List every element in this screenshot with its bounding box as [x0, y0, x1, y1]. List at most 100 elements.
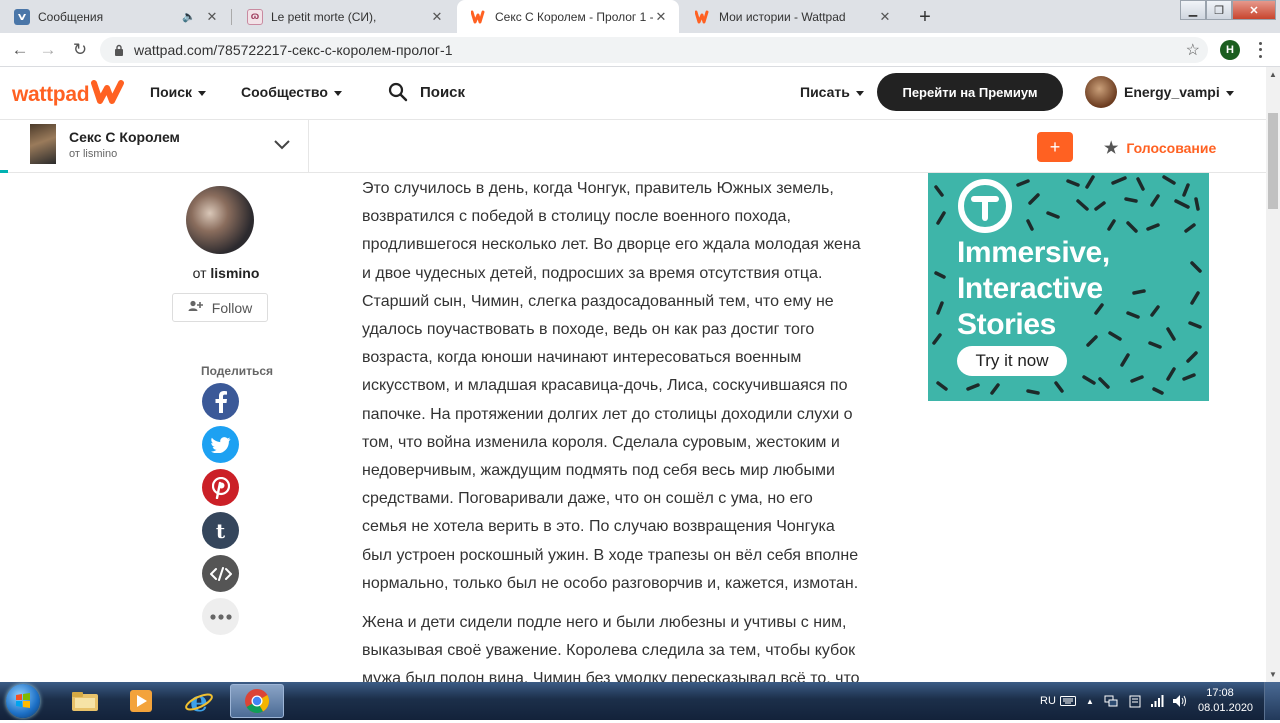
signal-strength-icon[interactable] [1150, 682, 1164, 720]
tab-wattpad-story[interactable]: Секс С Королем - Пролог 1 - W ✕ [457, 0, 679, 33]
maximize-button[interactable]: ❐ [1206, 0, 1232, 20]
pinterest-share-icon[interactable] [202, 469, 239, 506]
windows-logo-icon [16, 693, 30, 708]
menu-kebab-icon[interactable] [1252, 40, 1268, 60]
write-dropdown[interactable]: Писать [800, 84, 864, 100]
wattpad-icon [471, 9, 487, 25]
follow-button[interactable]: Follow [172, 293, 268, 322]
search-box[interactable]: Поиск [388, 82, 465, 102]
story-content: Это случилось в день, когда Чонгук, прав… [362, 175, 862, 694]
scrollbar-thumb[interactable] [1268, 113, 1278, 209]
ficbook-icon: ɷ [247, 8, 263, 25]
author-name[interactable]: lismino [210, 265, 259, 281]
close-tab-icon[interactable]: ✕ [429, 9, 445, 25]
user-menu[interactable]: Energy_vampi [1124, 84, 1234, 100]
embed-code-icon[interactable] [202, 555, 239, 592]
lock-icon [112, 43, 126, 57]
share-label: Поделиться [201, 364, 274, 378]
language-indicator[interactable]: RU [1040, 682, 1056, 720]
story-paragraph: Жена и дети сидели подле него и были люб… [362, 614, 860, 688]
vote-label: Голосование [1126, 140, 1217, 156]
nav-search-dropdown[interactable]: Поиск [150, 84, 207, 100]
tab-my-stories[interactable]: Мои истории - Wattpad ✕ [681, 0, 903, 33]
more-options-icon[interactable] [202, 598, 239, 635]
profile-avatar[interactable]: H [1220, 40, 1240, 60]
new-tab-button[interactable]: + [912, 4, 938, 30]
clock[interactable]: 17:08 08.01.2020 [1198, 686, 1254, 716]
scroll-down-icon[interactable]: ▼ [1269, 670, 1277, 679]
close-tab-icon[interactable]: ✕ [653, 9, 669, 25]
back-arrow-icon[interactable]: ← [8, 38, 32, 62]
clock-time: 17:08 [1206, 687, 1234, 699]
story-cover[interactable] [30, 124, 56, 164]
caret-down-icon [855, 90, 864, 96]
clock-date: 08.01.2020 [1198, 702, 1254, 714]
wattpad-logo[interactable]: wattpad [12, 79, 125, 110]
svg-text:e: e [190, 686, 208, 716]
tab-messages[interactable]: Сообщения 🔈 ✕ [0, 0, 230, 33]
show-hidden-icons[interactable]: ▲ [1086, 682, 1094, 720]
browser-tab-bar: Сообщения 🔈 ✕ ɷ Le petit morte (СИ), ✕ С… [0, 0, 1280, 33]
story-bar: Секс С Королем от lismino + ★ Голосовани… [0, 120, 1266, 173]
scroll-up-icon[interactable]: ▲ [1269, 70, 1277, 79]
volume-icon[interactable] [1172, 682, 1188, 720]
url-text: wattpad.com/785722217-секс-с-королем-про… [134, 42, 453, 58]
minimize-button[interactable]: ▁ [1180, 0, 1206, 20]
caret-down-icon [198, 90, 207, 96]
facebook-share-icon[interactable] [202, 383, 239, 420]
nav-label: Сообщество [241, 84, 328, 100]
wattpad-icon [695, 9, 711, 25]
search-label: Поиск [420, 83, 466, 101]
story-title[interactable]: Секс С Королем [69, 129, 180, 145]
reload-icon[interactable]: ↻ [68, 38, 92, 62]
star-icon: ★ [1104, 140, 1119, 157]
username: Energy_vampi [1124, 84, 1220, 100]
vote-button[interactable]: ★ Голосование [1104, 138, 1216, 158]
forward-arrow-icon[interactable]: → [36, 38, 60, 62]
user-avatar[interactable] [1085, 76, 1117, 108]
start-button[interactable] [6, 684, 40, 718]
story-paragraph: Это случилось в день, когда Чонгук, прав… [362, 180, 861, 592]
try-it-now-button[interactable]: Try it now [957, 346, 1067, 376]
vk-icon [14, 8, 30, 25]
tumblr-share-icon[interactable]: t [202, 512, 239, 549]
nav-community-dropdown[interactable]: Сообщество [241, 84, 342, 100]
site-header: wattpad Поиск Сообщество Поиск Писать Пе… [0, 67, 1266, 120]
tab-le-petit-morte[interactable]: ɷ Le petit morte (СИ), ✕ [233, 0, 455, 33]
chrome-taskbar-icon[interactable] [230, 684, 284, 718]
twitter-share-icon[interactable] [202, 426, 239, 463]
keyboard-icon[interactable] [1060, 682, 1076, 720]
tab-title: Секс С Королем - Пролог 1 - W [495, 9, 653, 24]
chevron-down-icon[interactable] [272, 136, 292, 152]
media-player-taskbar-icon[interactable] [114, 684, 168, 718]
author-byline: от lismino [186, 265, 266, 281]
address-bar[interactable]: wattpad.com/785722217-секс-с-королем-про… [100, 37, 1208, 63]
premium-button[interactable]: Перейти на Премиум [877, 73, 1063, 111]
author-avatar[interactable] [186, 186, 254, 254]
caret-down-icon [1225, 90, 1234, 96]
page-scrollbar[interactable]: ▲ ▼ [1266, 67, 1280, 682]
network-tray-icon[interactable] [1104, 682, 1118, 720]
advertisement-banner[interactable]: Immersive, Interactive Stories Try it no… [928, 173, 1209, 401]
show-desktop-button[interactable] [1264, 682, 1280, 720]
close-tab-icon[interactable]: ✕ [877, 9, 893, 25]
add-to-library-button[interactable]: + [1037, 132, 1073, 162]
internet-explorer-taskbar-icon[interactable]: e [172, 684, 226, 718]
ad-line: Interactive [957, 272, 1103, 305]
wattpad-w-icon [91, 79, 125, 110]
tapas-logo-icon [956, 177, 1014, 240]
nav-label: Поиск [150, 84, 193, 100]
bookmark-star-icon[interactable]: ☆ [1186, 40, 1200, 60]
close-tab-icon[interactable]: ✕ [204, 9, 220, 25]
author-prefix: от [192, 265, 207, 281]
ad-line: Stories [957, 308, 1056, 341]
tab-title: Сообщения [38, 9, 104, 24]
follow-label: Follow [211, 299, 253, 316]
logo-text: wattpad [12, 82, 90, 106]
usb-tray-icon[interactable] [1128, 682, 1142, 720]
tab-title: Le petit morte (СИ), [271, 9, 377, 24]
tab-title: Мои истории - Wattpad [719, 9, 846, 24]
close-window-button[interactable]: ✕ [1232, 0, 1276, 20]
explorer-taskbar-icon[interactable] [58, 684, 112, 718]
tab-separator [231, 9, 232, 25]
